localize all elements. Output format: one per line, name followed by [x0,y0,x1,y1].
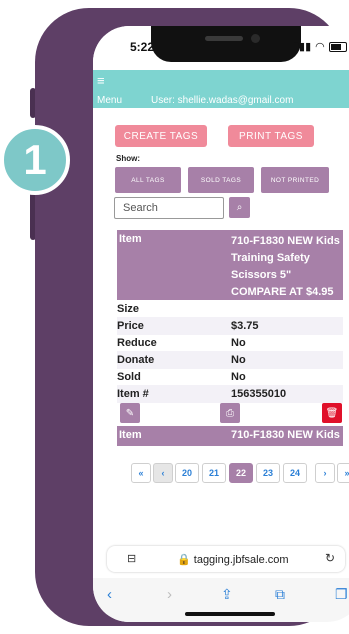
status-icons: ▮▮▮ ◠ [293,40,347,53]
camera-icon [251,34,260,43]
trash-icon: 🗑 [325,407,339,419]
hamburger-icon[interactable]: ≡ [97,74,105,87]
speaker-icon [205,36,243,41]
item-label: Item [119,233,142,245]
detail-row-sold: Sold No [117,368,343,386]
page-button-active[interactable]: 22 [229,463,253,483]
page-button[interactable]: 24 [283,463,307,483]
detail-row-reduce: Reduce No [117,334,343,352]
item-header-next: Item 710-F1830 NEW Kids [117,426,343,446]
detail-value: No [231,371,246,383]
printer-icon: ⎙ [226,407,234,419]
page-prev-button[interactable]: ‹ [153,463,173,483]
page-button[interactable]: 23 [256,463,280,483]
detail-value: $3.75 [231,320,259,332]
item-header: Item 710-F1830 NEW Kids Training Safety … [117,230,343,300]
not-printed-button[interactable]: NOT PRINTED [261,167,329,193]
detail-key: Item # [117,388,149,400]
app-header: ≡ Menu User: shellie.wadas@gmail.com [93,70,349,108]
all-tags-button[interactable]: ALL TAGS [115,167,181,193]
delete-button[interactable]: 🗑 [322,403,342,423]
detail-row-donate: Donate No [117,351,343,369]
phone-frame: 5:22 ▮▮▮ ◠ ≡ Menu User: shellie.wadas@gm… [35,8,349,626]
pencil-icon: ✎ [125,407,135,419]
search-icon: ⌕ [236,202,243,213]
signal-icon: ▮▮▮ [293,41,312,53]
url-value: tagging.jbfsale.com [193,554,289,566]
reload-icon[interactable]: ↻ [325,551,335,565]
bookmarks-icon[interactable]: ⧉ [275,586,285,603]
phone-notch [151,26,301,62]
forward-icon[interactable]: › [167,586,172,603]
share-icon[interactable]: ⇪ [221,586,233,603]
detail-value: 156355010 [231,388,287,400]
item-actions: ✎ ⎙ 🗑 [117,403,343,425]
print-button[interactable]: ⎙ [220,403,240,423]
battery-icon [328,41,347,52]
browser-address-bar[interactable]: ⊟ 🔒 tagging.jbfsale.com ↻ [107,546,345,572]
detail-key: Size [117,303,140,315]
detail-value: No [231,337,246,349]
reader-icon[interactable]: ⊟ [127,552,136,565]
detail-row-item-number: Item # 156355010 [117,385,343,403]
print-tags-button[interactable]: PRINT TAGS [228,125,314,147]
home-indicator [185,612,275,616]
url-text: 🔒 tagging.jbfsale.com [177,554,289,566]
detail-row-price: Price $3.75 [117,317,343,335]
page-button[interactable]: 21 [202,463,226,483]
status-bar: 5:22 ▮▮▮ ◠ [93,26,349,70]
user-label: User: shellie.wadas@gmail.com [151,95,294,106]
phone-screen: 5:22 ▮▮▮ ◠ ≡ Menu User: shellie.wadas@gm… [93,26,349,622]
edit-button[interactable]: ✎ [120,403,140,423]
detail-value: No [231,354,246,366]
back-icon[interactable]: ‹ [107,586,112,603]
detail-key: Reduce [117,337,157,349]
page-first-button[interactable]: « [131,463,151,483]
page-button[interactable]: 20 [175,463,199,483]
menu-label[interactable]: Menu [97,95,122,106]
show-label: Show: [116,154,140,163]
tabs-icon[interactable]: ❐ [335,586,348,603]
item-value: 710-F1830 NEW Kids [231,429,340,441]
item-value: 710-F1830 NEW Kids Training Safety Sciss… [231,235,340,298]
detail-key: Price [117,320,144,332]
item-label: Item [119,429,142,441]
sold-tags-button[interactable]: SOLD TAGS [188,167,254,193]
search-button[interactable]: ⌕ [229,197,250,218]
search-input[interactable]: Search [114,197,224,219]
wifi-icon: ◠ [315,41,325,53]
detail-key: Donate [117,354,155,366]
detail-key: Sold [117,371,141,383]
create-tags-button[interactable]: CREATE TAGS [115,125,207,147]
page-next-button[interactable]: › [315,463,335,483]
page-last-button[interactable]: » [337,463,349,483]
step-number-badge: 1 [0,125,70,195]
detail-row-size: Size [117,300,343,318]
